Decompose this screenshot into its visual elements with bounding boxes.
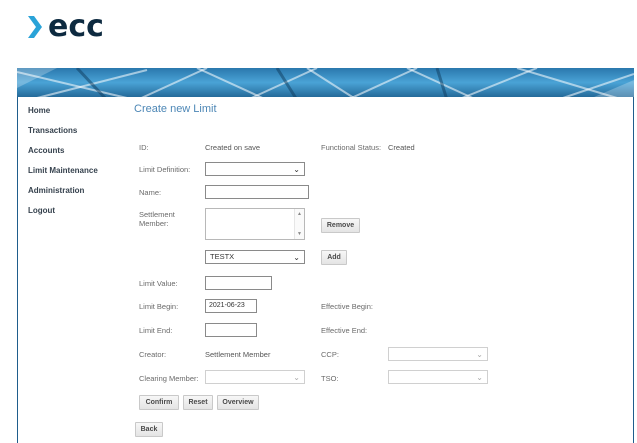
clearing-member-label: Clearing Member: [139, 374, 199, 383]
effective-begin-label: Effective Begin: [321, 302, 373, 311]
chevron-right-icon [28, 16, 42, 38]
settlement-member-select[interactable]: TESTX ⌄ [205, 250, 305, 264]
listbox-scrollbar[interactable]: ▲ ▼ [294, 209, 304, 239]
limit-definition-select[interactable]: ⌄ [205, 162, 305, 176]
settlement-member-label-line2: Member: [139, 219, 169, 228]
logo-text: ecc [48, 9, 104, 44]
back-button[interactable]: Back [135, 422, 163, 437]
functional-status-value: Created [388, 143, 415, 152]
sidebar-nav: Home Transactions Accounts Limit Mainten… [28, 106, 128, 226]
remove-button[interactable]: Remove [321, 218, 360, 233]
settlement-member-select-value: TESTX [210, 252, 235, 261]
limit-begin-input[interactable]: 2021-06-23 [205, 299, 257, 313]
id-label: ID: [139, 143, 149, 152]
settlement-member-listbox[interactable]: ▲ ▼ [205, 208, 305, 240]
page-title: Create new Limit [134, 103, 217, 115]
header-banner [17, 68, 634, 100]
id-value: Created on save [205, 143, 261, 152]
tso-label: TSO: [321, 374, 339, 383]
reset-button[interactable]: Reset [183, 395, 213, 410]
limit-begin-label: Limit Begin: [139, 302, 179, 311]
ccp-select[interactable]: ⌄ [388, 347, 488, 361]
sidebar-item-limit-maintenance[interactable]: Limit Maintenance [28, 166, 128, 186]
scroll-down-icon[interactable]: ▼ [297, 231, 302, 237]
creator-value: Settlement Member [205, 350, 271, 359]
limit-value-input[interactable] [205, 276, 272, 290]
effective-end-label: Effective End: [321, 326, 368, 335]
add-button[interactable]: Add [321, 250, 347, 265]
sidebar-item-transactions[interactable]: Transactions [28, 126, 128, 146]
sidebar-item-home[interactable]: Home [28, 106, 128, 126]
settlement-member-label: Settlement Member: [139, 210, 175, 228]
sidebar-item-accounts[interactable]: Accounts [28, 146, 128, 166]
name-input[interactable] [205, 185, 309, 199]
clearing-member-select[interactable]: ⌄ [205, 370, 305, 384]
chevron-down-icon: ⌄ [293, 373, 300, 382]
limit-end-label: Limit End: [139, 326, 173, 335]
settlement-member-label-line1: Settlement [139, 210, 175, 219]
overview-button[interactable]: Overview [217, 395, 259, 410]
ecc-logo[interactable]: ecc [28, 10, 104, 44]
banner-pattern [17, 68, 634, 100]
scroll-up-icon[interactable]: ▲ [297, 211, 302, 217]
functional-status-label: Functional Status: [321, 143, 382, 152]
name-label: Name: [139, 188, 162, 197]
sidebar-item-logout[interactable]: Logout [28, 206, 128, 226]
chevron-down-icon: ⌄ [476, 350, 483, 359]
limit-definition-label: Limit Definition: [139, 165, 191, 174]
chevron-down-icon: ⌄ [293, 165, 300, 174]
ccp-label: CCP: [321, 350, 339, 359]
confirm-button[interactable]: Confirm [139, 395, 179, 410]
creator-label: Creator: [139, 350, 167, 359]
chevron-down-icon: ⌄ [476, 373, 483, 382]
limit-end-input[interactable] [205, 323, 257, 337]
chevron-down-icon: ⌄ [293, 253, 300, 262]
limit-value-label: Limit Value: [139, 279, 178, 288]
tso-select[interactable]: ⌄ [388, 370, 488, 384]
sidebar-item-administration[interactable]: Administration [28, 186, 128, 206]
